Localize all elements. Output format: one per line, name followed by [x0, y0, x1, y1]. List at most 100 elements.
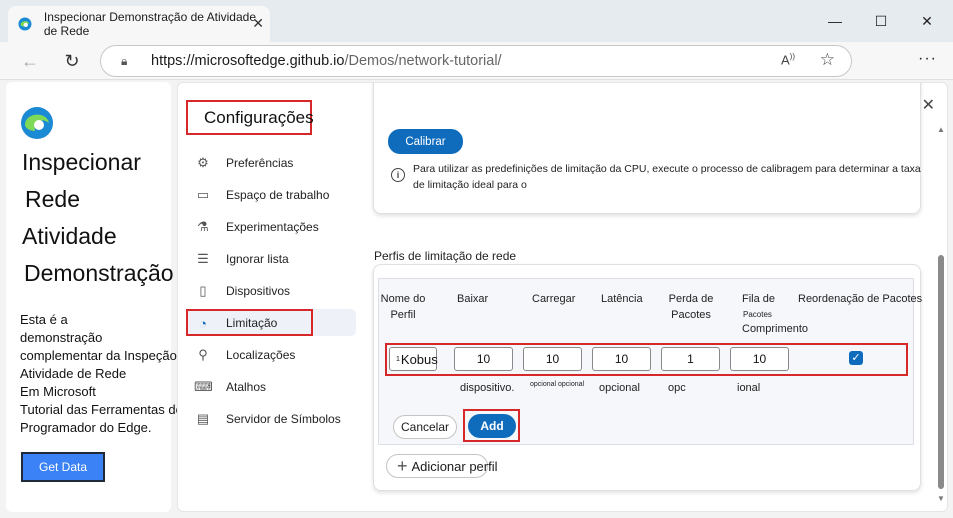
ignore-list-icon: ☰ [197, 251, 209, 266]
scroll-thumb[interactable] [938, 255, 944, 489]
hint-text: opc [668, 382, 686, 394]
location-icon: ⚲ [198, 347, 208, 362]
upload-input[interactable]: 10 [523, 347, 582, 371]
add-profile-button[interactable]: + Adicionar perfil [386, 454, 498, 478]
info-icon: i [391, 168, 405, 182]
nav-label: Espaço de trabalho [226, 188, 330, 202]
add-profile-label: Adicionar perfil [411, 458, 498, 474]
column-header-reorder: Reordenação de Pacotes [798, 293, 923, 305]
packet-reorder-checkbox[interactable]: ✓ [849, 351, 863, 365]
nav-item-servidor-de-simbolos[interactable]: ▤ Servidor de Símbolos [194, 405, 354, 433]
nav-label: Servidor de Símbolos [226, 412, 341, 426]
latency-input[interactable]: 10 [592, 347, 651, 371]
scroll-down-icon[interactable]: ▼ [937, 494, 945, 503]
lock-icon: 🔒︎ [121, 53, 128, 68]
nav-item-dispositivos[interactable]: ▯ Dispositivos [194, 277, 354, 305]
nav-item-espaco-de-trabalho[interactable]: ▭ Espaço de trabalho [194, 181, 354, 209]
nav-item-experimentacoes[interactable]: ⚗ Experimentações [194, 213, 354, 241]
profile-editor-table: Nome do Perfil Baixar Carregar Latência … [378, 278, 922, 445]
settings-title: Configurações [204, 107, 314, 127]
settings-header: Configurações [186, 100, 314, 135]
network-profiles-label: Perfis de limitação de rede [374, 249, 517, 263]
profile-name-value: Kobus [400, 351, 438, 367]
add-button[interactable]: Add [468, 414, 516, 438]
title-bar: Inspecionar Demonstração de Atividade de… [0, 0, 953, 42]
nav-label: Localizações [226, 348, 296, 362]
column-header-upload: Carregar [532, 293, 576, 305]
nav-item-preferencias[interactable]: ⚙ Preferências [194, 149, 354, 177]
nav-label: Atalhos [226, 380, 267, 394]
nav-label: Ignorar lista [226, 252, 289, 266]
read-aloud-icon[interactable]: A)) [781, 52, 795, 67]
packet-queue-input[interactable]: 10 [730, 347, 789, 371]
gear-icon: ⚙ [197, 155, 209, 170]
nav-label: Experimentações [226, 220, 319, 234]
description-line: demonstração [20, 330, 103, 345]
tab-close-icon[interactable]: ✕ [252, 15, 264, 32]
page-title-line: Rede [25, 186, 80, 212]
column-header-packet-loss: Perda de Pacotes [668, 293, 714, 321]
cpu-calibration-card: Calibrar i Para utilizar as predefiniçõe… [373, 83, 921, 214]
description-line: Programador do Edge. [20, 420, 152, 435]
hint-text: opcional opcional [530, 381, 585, 388]
nav-item-ignorar-lista[interactable]: ☰ Ignorar lista [194, 245, 354, 273]
demo-page: Inspecionar Rede Atividade Demonstração … [6, 82, 183, 512]
maximize-button[interactable]: ☐ [858, 8, 904, 34]
edge-logo-icon [18, 17, 32, 31]
page-description: Esta é a demonstração complementar da In… [20, 311, 200, 437]
description-line: complementar da Inspeção [20, 348, 177, 363]
cancel-button[interactable]: Cancelar [393, 415, 457, 439]
keyboard-icon: ⌨ [194, 379, 213, 394]
tab-title: Inspecionar Demonstração de Atividade de… [43, 10, 257, 38]
nav-item-localizacoes[interactable]: ⚲ Localizações [194, 341, 354, 369]
scroll-up-icon[interactable]: ▲ [937, 125, 945, 134]
edge-logo-icon [21, 107, 53, 139]
url-host: https://microsoftedge.github.io [151, 53, 345, 69]
profile-name-input[interactable]: 1 Kobus [389, 347, 438, 371]
calibrate-button[interactable]: Calibrar [388, 129, 463, 154]
close-window-button[interactable]: ✕ [904, 8, 950, 34]
folder-icon: ▭ [196, 187, 210, 202]
nav-label: Preferências [226, 156, 294, 170]
address-bar[interactable]: 🔒︎ https://microsoftedge.github.io/Demos… [100, 45, 852, 77]
download-input[interactable]: 10 [454, 347, 513, 371]
close-settings-icon[interactable]: ✕ [922, 95, 935, 115]
gauge-icon: ◔ [199, 315, 207, 331]
browser-tab[interactable]: Inspecionar Demonstração de Atividade de… [8, 6, 270, 42]
description-line: Esta é a [20, 312, 68, 327]
page-title-line: Demonstração [24, 260, 174, 286]
column-header-name: Nome do Perfil [380, 293, 426, 321]
description-line: Em Microsoft [20, 384, 96, 399]
symbol-server-icon: ▤ [196, 411, 210, 426]
plus-icon: + [397, 456, 408, 476]
hint-text: opcional [599, 382, 640, 394]
column-header-latency: Latência [601, 293, 643, 305]
profile-name-prefix: 1 [396, 355, 400, 363]
more-menu-icon[interactable]: ··· [918, 50, 937, 68]
packet-loss-input[interactable]: 1 [661, 347, 720, 371]
back-arrow-icon[interactable]: ← [16, 48, 44, 74]
flask-icon: ⚗ [197, 219, 209, 234]
column-header-queue: Fila de [742, 293, 776, 305]
minimize-button[interactable]: — [812, 8, 858, 34]
hint-text: ional [737, 382, 761, 394]
favorite-star-icon[interactable]: ☆ [820, 50, 835, 70]
column-header-queue-length: Comprimento [742, 323, 809, 335]
page-title-line: Inspecionar [22, 149, 141, 175]
page-title: Inspecionar Rede Atividade Demonstração [22, 144, 174, 292]
hint-text: dispositivo. [460, 382, 515, 394]
devtools-settings-panel: Configurações ✕ ⚙ Preferências ▭ Espaço de… [177, 82, 948, 512]
network-profiles-card: Nome do Perfil Baixar Carregar Latência … [373, 264, 922, 491]
settings-scrollbar[interactable]: ▲ ▼ [937, 123, 945, 505]
description-line: Atividade de Rede [20, 366, 127, 381]
page-title-line: Atividade [22, 223, 117, 249]
nav-item-limitacao[interactable]: ◔ Limitação [194, 309, 354, 337]
get-data-button[interactable]: Get Data [21, 452, 105, 482]
nav-item-atalhos[interactable]: ⌨ Atalhos [194, 373, 354, 401]
nav-label: Limitação [226, 316, 278, 330]
reload-icon[interactable]: ↻ [58, 48, 86, 74]
url-path: /Demos/network-tutorial/ [344, 53, 502, 69]
address-toolbar: ← ↻ 🔒︎ https://microsoftedge.github.io/D… [0, 42, 953, 80]
calibration-info-text: Para utilizar as predefinições de limita… [413, 163, 921, 191]
description-line: Tutorial das Ferramentas de [20, 402, 183, 417]
